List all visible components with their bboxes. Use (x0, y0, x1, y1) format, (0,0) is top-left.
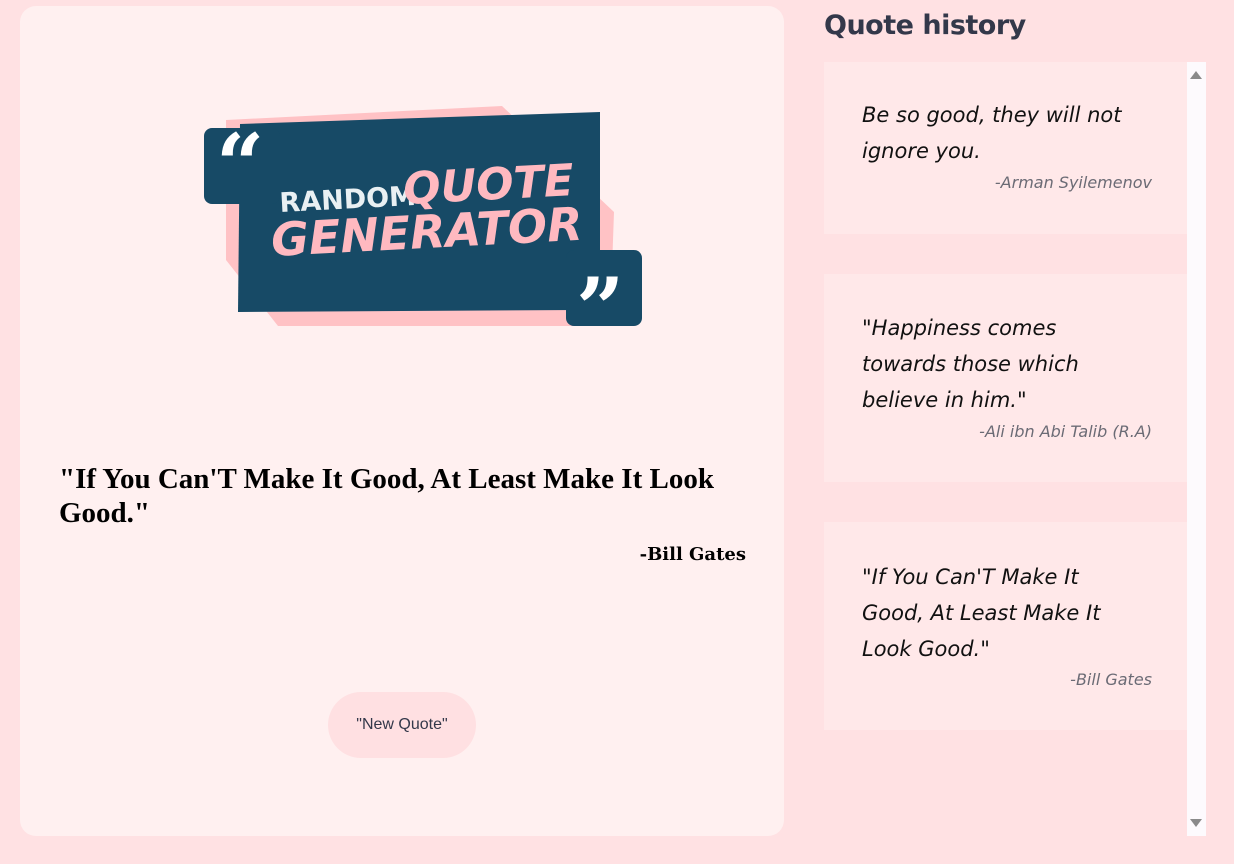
history-author: -Bill Gates (1070, 670, 1152, 689)
current-quote-author: -Bill Gates (639, 544, 746, 565)
scroll-down-arrow-icon[interactable] (1190, 819, 1202, 827)
history-item: "Happiness comes towards those which bel… (824, 274, 1187, 482)
new-quote-button[interactable]: "New Quote" (328, 692, 476, 758)
svg-text:“: “ (216, 115, 264, 214)
quote-card: “ ” RANDOM QUOTE GENERATOR "If You Can'T… (20, 6, 784, 836)
history-quote: Be so good, they will not ignore you. (862, 103, 1122, 163)
history-quote: "If You Can'T Make It Good, At Least Mak… (862, 565, 1101, 661)
current-quote-text: "If You Can'T Make It Good, At Least Mak… (59, 463, 714, 529)
history-author: -Ali ibn Abi Talib (R.A) (979, 422, 1152, 441)
history-quote: "Happiness comes towards those which bel… (862, 316, 1079, 412)
svg-text:”: ” (576, 259, 624, 332)
history-scrollbar[interactable] (1187, 62, 1206, 836)
history-item: Be so good, they will not ignore you. -A… (824, 62, 1187, 234)
scroll-up-arrow-icon[interactable] (1190, 71, 1202, 79)
history-list[interactable]: Be so good, they will not ignore you. -A… (824, 62, 1206, 836)
history-item: "If You Can'T Make It Good, At Least Mak… (824, 522, 1187, 730)
history-title: Quote history (824, 10, 1026, 41)
history-author: -Arman Syilemenov (994, 173, 1152, 192)
random-quote-generator-logo: “ ” RANDOM QUOTE GENERATOR (204, 106, 642, 332)
